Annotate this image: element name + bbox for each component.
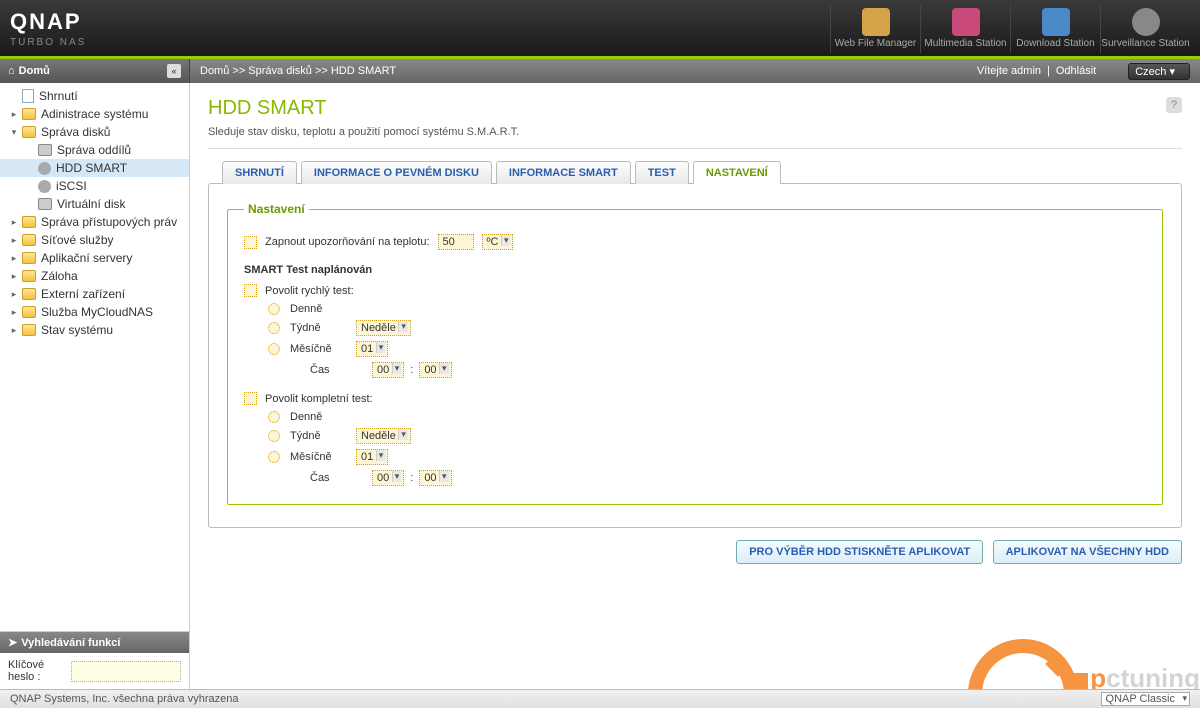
settings-panel: Nastavení Zapnout upozorňování na teplot… (208, 183, 1182, 528)
language-select[interactable]: Czech ▾ (1128, 63, 1190, 80)
search-header: ➤ Vyhledávání funkcí (0, 632, 189, 653)
temp-value-input[interactable]: 50 (438, 234, 474, 250)
folder-open-icon (22, 126, 36, 138)
logo-area: QNAP TURBO NAS (10, 9, 830, 48)
nav-tree: Shrnutí▸Adinistrace systému▾Správa disků… (0, 83, 189, 631)
tab-informace-smart[interactable]: INFORMACE SMART (496, 161, 631, 184)
search-panel: ➤ Vyhledávání funkcí Klíčové heslo : (0, 631, 189, 689)
tab-nastaven-[interactable]: NASTAVENÍ (693, 161, 781, 184)
home-link[interactable]: ⌂ Domů (8, 65, 50, 77)
rapid-weekly-radio[interactable] (268, 322, 280, 334)
rapid-test-label: Povolit rychlý test: (265, 285, 354, 297)
rapid-test-checkbox[interactable] (244, 284, 257, 297)
app-header: QNAP TURBO NAS Web File Manager Multimed… (0, 0, 1200, 56)
page-desc: Sleduje stav disku, teplotu a použití po… (208, 126, 1182, 149)
full-weekly-select[interactable]: Neděle (356, 428, 411, 444)
app-download-station[interactable]: Download Station (1010, 4, 1100, 53)
sidebar-item-extern-za-zen-[interactable]: ▸Externí zařízení (0, 285, 189, 303)
folder-icon (22, 288, 36, 300)
temp-alarm-label: Zapnout upozorňování na teplotu: (265, 236, 430, 248)
full-daily-radio[interactable] (268, 411, 280, 423)
brand-logo: QNAP (10, 9, 830, 35)
folder-icon (22, 108, 36, 120)
collapse-sidebar-button[interactable]: « (167, 64, 181, 78)
logout-link[interactable]: Odhlásit (1056, 65, 1096, 77)
sidebar: Shrnutí▸Adinistrace systému▾Správa disků… (0, 83, 190, 689)
sidebar-item-adinistrace-syst-mu[interactable]: ▸Adinistrace systému (0, 105, 189, 123)
main-layout: Shrnutí▸Adinistrace systému▾Správa disků… (0, 83, 1200, 689)
footer: QNAP Systems, Inc. všechna práva vyhraze… (0, 689, 1200, 708)
tab-shrnut-[interactable]: SHRNUTÍ (222, 161, 297, 184)
brand-sub: TURBO NAS (10, 37, 830, 48)
sidebar-item-aplika-n-servery[interactable]: ▸Aplikační servery (0, 249, 189, 267)
rapid-monthly-select[interactable]: 01 (356, 341, 388, 357)
sidebar-item-hdd-smart[interactable]: HDD SMART (0, 159, 189, 177)
copyright: QNAP Systems, Inc. všechna práva vyhraze… (10, 693, 238, 705)
app-surveillance-station[interactable]: Surveillance Station (1100, 4, 1190, 53)
page-title: HDD SMART (208, 97, 1182, 120)
folder-icon (22, 216, 36, 228)
sidebar-item-shrnut-[interactable]: Shrnutí (0, 87, 189, 105)
sidebar-item-slu-ba-mycloudnas[interactable]: ▸Služba MyCloudNAS (0, 303, 189, 321)
temp-alarm-checkbox[interactable] (244, 236, 257, 249)
tab-test[interactable]: TEST (635, 161, 689, 184)
full-hour-select[interactable]: 00 (372, 470, 404, 486)
breadcrumb[interactable]: Domů >> Správa disků >> HDD SMART (190, 65, 967, 77)
sidebar-item-stav-syst-mu[interactable]: ▸Stav systému (0, 321, 189, 339)
full-min-select[interactable]: 00 (419, 470, 451, 486)
full-weekly-radio[interactable] (268, 430, 280, 442)
sidebar-item-spr-va-p-stupov-ch-pr-v[interactable]: ▸Správa přístupových práv (0, 213, 189, 231)
settings-fieldset: Nastavení Zapnout upozorňování na teplot… (227, 202, 1163, 505)
folder-icon (22, 270, 36, 282)
sidebar-item-spr-va-disk-[interactable]: ▾Správa disků (0, 123, 189, 141)
temp-unit-select[interactable]: ºC (482, 234, 514, 250)
full-test-label: Povolit kompletní test: (265, 393, 373, 405)
rapid-hour-select[interactable]: 00 (372, 362, 404, 378)
rapid-weekly-select[interactable]: Neděle (356, 320, 411, 336)
select-hdd-apply-button[interactable]: PRO VÝBĚR HDD STISKNĚTE APLIKOVAT (736, 540, 983, 564)
full-monthly-select[interactable]: 01 (356, 449, 388, 465)
action-row: PRO VÝBĚR HDD STISKNĚTE APLIKOVAT APLIKO… (208, 540, 1182, 564)
sidebar-header: ⌂ Domů « (0, 59, 190, 83)
folder-icon (22, 306, 36, 318)
disk-icon (38, 198, 52, 210)
sidebar-item-iscsi[interactable]: iSCSI (0, 177, 189, 195)
gear-icon (38, 180, 51, 193)
folder-icon (22, 234, 36, 246)
header-apps: Web File Manager Multimedia Station Down… (830, 4, 1190, 53)
sidebar-item-s-ov-slu-by[interactable]: ▸Síťové služby (0, 231, 189, 249)
search-label: Klíčové heslo : (8, 659, 67, 683)
tabs: SHRNUTÍINFORMACE O PEVNÉM DISKUINFORMACE… (222, 161, 1182, 184)
rapid-monthly-radio[interactable] (268, 343, 280, 355)
app-multimedia-station[interactable]: Multimedia Station (920, 4, 1010, 53)
apply-all-hdd-button[interactable]: APLIKOVAT NA VŠECHNY HDD (993, 540, 1182, 564)
disk-icon (38, 144, 52, 156)
scheduled-title: SMART Test naplánován (244, 264, 1146, 276)
sidebar-item-spr-va-odd-l-[interactable]: Správa oddílů (0, 141, 189, 159)
search-input[interactable] (71, 661, 181, 682)
welcome-text: Vítejte admin (977, 65, 1041, 77)
fieldset-legend: Nastavení (244, 202, 309, 216)
tab-informace-o-pevn-m-disku[interactable]: INFORMACE O PEVNÉM DISKU (301, 161, 492, 184)
rapid-daily-radio[interactable] (268, 303, 280, 315)
folder-icon (22, 324, 36, 336)
help-icon[interactable]: ? (1166, 97, 1182, 113)
sidebar-item-z-loha[interactable]: ▸Záloha (0, 267, 189, 285)
doc-icon (22, 89, 34, 103)
gear-icon (38, 162, 51, 175)
sidebar-item-virtu-ln-disk[interactable]: Virtuální disk (0, 195, 189, 213)
subheader: ⌂ Domů « Domů >> Správa disků >> HDD SMA… (0, 59, 1200, 83)
theme-select[interactable]: QNAP Classic (1101, 692, 1190, 706)
content-area: ? HDD SMART Sleduje stav disku, teplotu … (190, 83, 1200, 689)
full-monthly-radio[interactable] (268, 451, 280, 463)
full-test-checkbox[interactable] (244, 392, 257, 405)
rapid-min-select[interactable]: 00 (419, 362, 451, 378)
folder-icon (22, 252, 36, 264)
app-web-file-manager[interactable]: Web File Manager (830, 4, 920, 53)
